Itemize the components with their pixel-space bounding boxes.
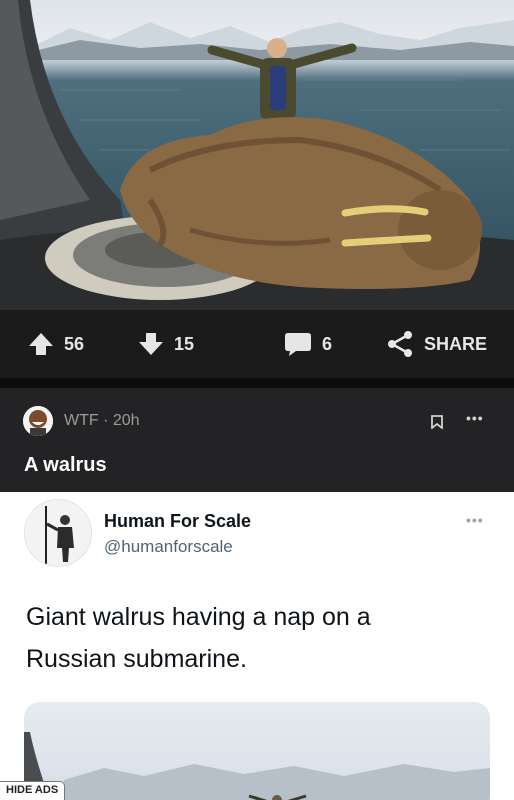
tweet-author-handle[interactable]: @humanforscale [104, 537, 233, 557]
tweet-card[interactable]: Human For Scale @humanforscale ••• Giant… [0, 492, 514, 800]
post-title[interactable]: A walrus [24, 454, 107, 477]
arrow-up-icon [29, 333, 53, 355]
more-dots-icon: ••• [466, 410, 484, 426]
tweet-photo [24, 732, 490, 800]
tweet-text: Giant walrus having a nap on a Russian s… [26, 603, 371, 673]
hide-ads-button[interactable]: HIDE ADS [0, 781, 66, 800]
walrus-photo [0, 0, 514, 310]
upvote-button[interactable]: 56 [28, 310, 84, 378]
bookmark-icon [431, 415, 443, 430]
tweet-avatar[interactable] [24, 499, 92, 567]
save-button[interactable] [431, 415, 443, 434]
face-icon [23, 406, 53, 436]
tweet-more-button[interactable]: ••• [466, 512, 484, 528]
downvote-button[interactable]: 15 [138, 310, 194, 378]
more-dots-icon: ••• [466, 512, 484, 528]
tweet-author-name[interactable]: Human For Scale [104, 511, 251, 532]
post-meta: WTF · 20h [64, 412, 140, 430]
share-label: SHARE [424, 333, 488, 354]
more-options-button[interactable]: ••• [466, 410, 484, 426]
downvote-count: 15 [174, 333, 195, 354]
post-image[interactable] [0, 0, 514, 310]
person-silhouette-icon [25, 500, 91, 566]
post-action-bar: 56 15 6 SHARE [0, 310, 514, 378]
post-age: 20h [112, 412, 140, 429]
speech-bubble-icon [285, 333, 311, 356]
share-icon [388, 331, 412, 357]
arrow-down-icon [139, 333, 163, 355]
community-name[interactable]: WTF [64, 412, 99, 429]
comment-count: 6 [322, 333, 333, 354]
upvote-count: 56 [64, 333, 85, 354]
divider [0, 378, 514, 388]
post-header: WTF · 20h ••• A walrus [0, 388, 514, 492]
meta-separator: · [98, 412, 113, 429]
share-button[interactable]: SHARE [386, 310, 487, 378]
comments-button[interactable]: 6 [284, 310, 332, 378]
community-avatar[interactable] [23, 406, 53, 436]
tweet-media[interactable] [24, 702, 490, 800]
